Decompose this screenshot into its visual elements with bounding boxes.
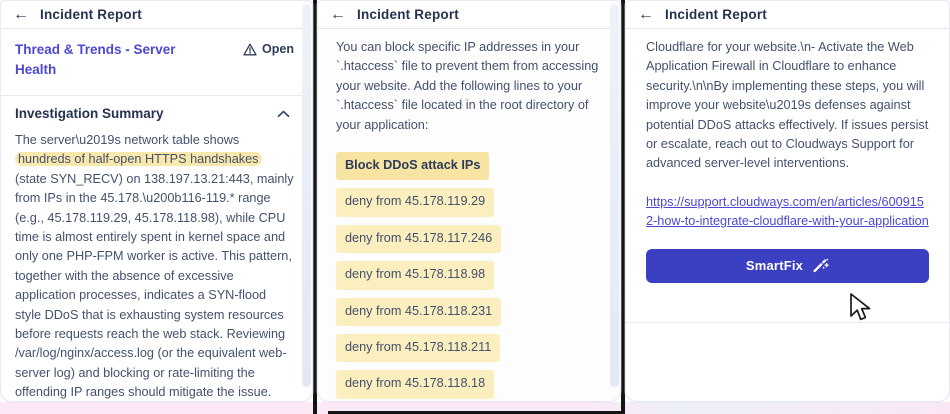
summary-text-part2: (state SYN_RECV) on 138.197.13.21:443, m…	[15, 171, 294, 400]
incident-report-panel-summary: ← Incident Report Thread & Trends - Serv…	[0, 0, 313, 402]
cloudways-support-link[interactable]: https://support.cloudways.com/en/article…	[646, 193, 929, 232]
incident-report-panel-recommendations: ← Incident Report Cloudflare for your we…	[625, 0, 950, 402]
recommendations-text: Cloudflare for your website.\n- Activate…	[646, 40, 929, 171]
back-arrow-icon[interactable]: ←	[638, 6, 654, 23]
deny-rule-line: deny from 45.178.117.246	[336, 224, 502, 254]
section-title: Investigation Summary	[15, 106, 164, 121]
page-title: Incident Report	[665, 7, 768, 22]
divider	[626, 321, 949, 323]
deny-rule-line: deny from 45.178.118.231	[336, 297, 502, 327]
incident-report-screens: ← Incident Report Thread & Trends - Serv…	[0, 0, 950, 414]
investigation-summary-text: The server\u2019s network table shows hu…	[15, 131, 294, 401]
page-title: Incident Report	[40, 7, 143, 22]
magic-wand-icon	[812, 258, 829, 273]
status-badge[interactable]: Open	[243, 42, 294, 56]
scrollbar[interactable]	[610, 4, 619, 387]
thread-trends-link[interactable]: Thread & Trends - Server Health	[15, 40, 190, 80]
smartfix-button[interactable]: SmartFix	[646, 248, 929, 283]
summary-text-part1: The server\u2019s network table shows	[15, 133, 240, 147]
deny-rule-line: deny from 45.178.119.29	[336, 188, 495, 217]
panel-header: ← Incident Report	[318, 1, 620, 29]
htaccess-code-block: Block DDoS attack IPs deny from 45.178.1…	[336, 152, 604, 399]
summary-highlighted-text: hundreds of half-open HTTPS handshakes	[15, 152, 262, 167]
incident-report-panel-htaccess: ← Incident Report You can block specific…	[317, 0, 621, 402]
htaccess-instructions-text: You can block specific IP addresses in y…	[336, 40, 599, 132]
page-title: Incident Report	[357, 7, 460, 22]
deny-rule-line: deny from 45.178.118.18	[336, 370, 495, 399]
back-arrow-icon[interactable]: ←	[330, 6, 346, 23]
back-arrow-icon[interactable]: ←	[13, 6, 29, 23]
scrollbar[interactable]	[302, 4, 311, 387]
chevron-up-icon[interactable]	[277, 110, 290, 118]
status-badge-label: Open	[262, 42, 294, 56]
deny-rule-line: deny from 45.178.118.211	[336, 334, 501, 363]
panel-header: ← Incident Report	[626, 1, 949, 29]
deny-rule-line: deny from 45.178.118.98	[336, 261, 495, 290]
warning-triangle-icon	[243, 43, 257, 56]
code-block-title: Block DDoS attack IPs	[336, 152, 490, 181]
panel-header: ← Incident Report	[1, 1, 312, 29]
smartfix-button-label: SmartFix	[745, 258, 804, 274]
